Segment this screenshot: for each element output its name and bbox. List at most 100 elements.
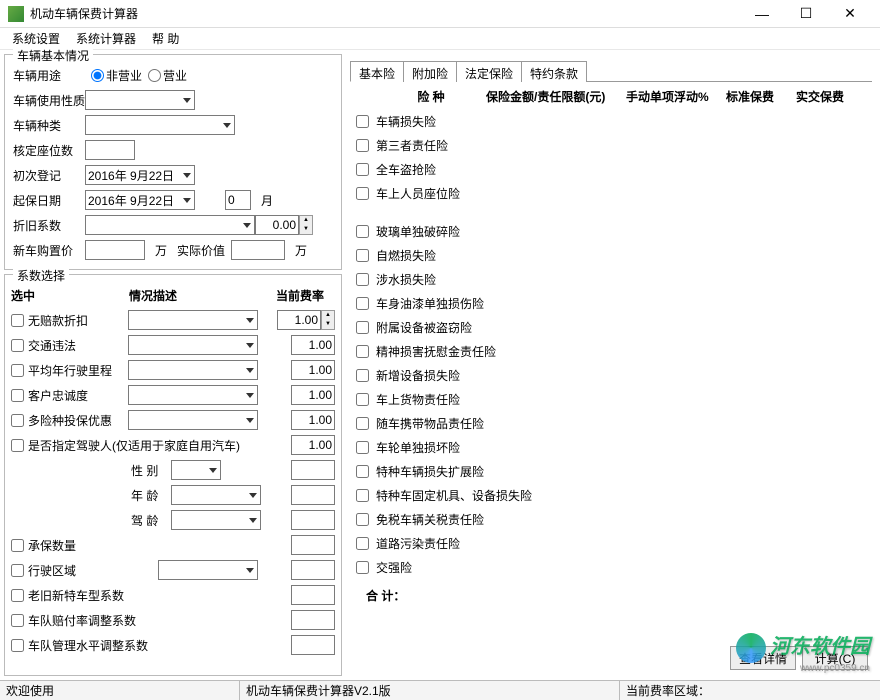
extra-rate-input[interactable] (291, 585, 335, 605)
ins-check[interactable] (356, 537, 369, 550)
type-select[interactable] (85, 115, 235, 135)
coeff-legend: 系数选择 (13, 267, 69, 284)
coeff-desc-select[interactable] (128, 310, 258, 330)
sex-select[interactable] (171, 460, 221, 480)
extra-check-4[interactable] (11, 639, 24, 652)
menu-system-settings[interactable]: 系统设置 (6, 28, 66, 49)
ins-check[interactable] (356, 513, 369, 526)
ins-check[interactable] (356, 561, 369, 574)
coeff-check-3[interactable] (11, 389, 24, 402)
usage-label: 车辆用途 (11, 67, 85, 84)
extra-rate-input[interactable] (291, 635, 335, 655)
driver-rate[interactable] (291, 435, 335, 455)
view-detail-button[interactable]: 查看详情 (730, 646, 796, 670)
insurance-item: 车身油漆单独损伤险 (356, 291, 866, 315)
menu-system-calculator[interactable]: 系统计算器 (70, 28, 142, 49)
insurance-item: 新增设备损失险 (356, 363, 866, 387)
coeff-check-0[interactable] (11, 314, 24, 327)
insurance-item: 车上货物责任险 (356, 387, 866, 411)
drive-age-select[interactable] (171, 510, 261, 530)
usage-radio-noncommercial[interactable] (91, 69, 104, 82)
coeff-rate-input[interactable] (291, 360, 335, 380)
ins-check[interactable] (356, 139, 369, 152)
ins-check[interactable] (356, 393, 369, 406)
coeff-check-2[interactable] (11, 364, 24, 377)
insurance-item: 道路污染责任险 (356, 531, 866, 555)
calculate-button[interactable]: 计算(C) (802, 646, 868, 670)
ins-check[interactable] (356, 273, 369, 286)
extra-rate-input[interactable] (291, 535, 335, 555)
first-reg-date[interactable] (85, 165, 195, 185)
insurance-item: 车上人员座位险 (356, 181, 866, 205)
ins-check[interactable] (356, 369, 369, 382)
actual-input[interactable] (231, 240, 285, 260)
ins-check[interactable] (356, 417, 369, 430)
ins-check[interactable] (356, 249, 369, 262)
extra-check-2[interactable] (11, 589, 24, 602)
ins-check[interactable] (356, 225, 369, 238)
ins-check[interactable] (356, 115, 369, 128)
coeff-desc-select[interactable] (128, 410, 258, 430)
extra-label: 车队赔付率调整系数 (28, 612, 158, 629)
usage-radio-commercial[interactable] (148, 69, 161, 82)
age-rate[interactable] (291, 485, 335, 505)
insurance-item: 玻璃单独破碎险 (356, 219, 866, 243)
insurance-item: 全车盗抢险 (356, 157, 866, 181)
extra-check-3[interactable] (11, 614, 24, 627)
coeff-label: 平均年行驶里程 (28, 362, 128, 379)
extra-rate-input[interactable] (291, 610, 335, 630)
drive-age-rate[interactable] (291, 510, 335, 530)
ins-check[interactable] (356, 163, 369, 176)
price-input[interactable] (85, 240, 145, 260)
ins-label: 涉水损失险 (376, 271, 866, 288)
coeff-check-4[interactable] (11, 414, 24, 427)
tab-special[interactable]: 特约条款 (521, 61, 587, 82)
price-unit: 万 (155, 242, 167, 259)
coeff-desc-select[interactable] (128, 360, 258, 380)
extra-label: 车队管理水平调整系数 (28, 637, 158, 654)
ins-check[interactable] (356, 297, 369, 310)
coeff-rate-input[interactable] (291, 385, 335, 405)
depr-value[interactable] (255, 215, 299, 235)
maximize-button[interactable]: ☐ (784, 1, 828, 27)
ins-check[interactable] (356, 465, 369, 478)
status-bar: 欢迎使用 机动车辆保费计算器V2.1版 当前费率区域： (0, 680, 880, 700)
insurance-item: 交强险 (356, 555, 866, 579)
tab-statutory[interactable]: 法定保险 (456, 61, 522, 82)
coefficient-group: 系数选择 选中 情况描述 当前费率 无赔款折扣▲▼交通违法平均年行驶里程客户忠诚… (4, 274, 342, 676)
insurance-item: 免税车辆关税责任险 (356, 507, 866, 531)
age-select[interactable] (171, 485, 261, 505)
coeff-rate-input[interactable] (291, 410, 335, 430)
extra-rate-input[interactable] (291, 560, 335, 580)
tab-additional[interactable]: 附加险 (403, 61, 457, 82)
ins-check[interactable] (356, 489, 369, 502)
depr-select[interactable] (85, 215, 255, 235)
coeff-rate-input[interactable] (291, 335, 335, 355)
coeff-rate-input[interactable] (277, 310, 321, 330)
menu-help[interactable]: 帮 助 (146, 28, 185, 49)
nature-select[interactable] (85, 90, 195, 110)
months-input[interactable] (225, 190, 251, 210)
driver-check[interactable] (11, 439, 24, 452)
start-date[interactable] (85, 190, 195, 210)
ins-check[interactable] (356, 345, 369, 358)
coeff-desc-select[interactable] (128, 335, 258, 355)
tab-basic[interactable]: 基本险 (350, 61, 404, 82)
coeff-spin[interactable]: ▲▼ (321, 310, 335, 330)
ins-check[interactable] (356, 321, 369, 334)
ins-check[interactable] (356, 187, 369, 200)
ins-check[interactable] (356, 441, 369, 454)
extra-check-0[interactable] (11, 539, 24, 552)
drive-age-label: 驾 龄 (131, 512, 171, 529)
type-label: 车辆种类 (11, 117, 85, 134)
sex-rate[interactable] (291, 460, 335, 480)
coeff-check-1[interactable] (11, 339, 24, 352)
coeff-desc-select[interactable] (128, 385, 258, 405)
seats-input[interactable] (85, 140, 135, 160)
extra-desc-select[interactable] (158, 560, 258, 580)
ins-label: 自燃损失险 (376, 247, 866, 264)
minimize-button[interactable]: — (740, 1, 784, 27)
depr-spin[interactable]: ▲▼ (299, 215, 313, 235)
extra-check-1[interactable] (11, 564, 24, 577)
close-button[interactable]: ✕ (828, 1, 872, 27)
